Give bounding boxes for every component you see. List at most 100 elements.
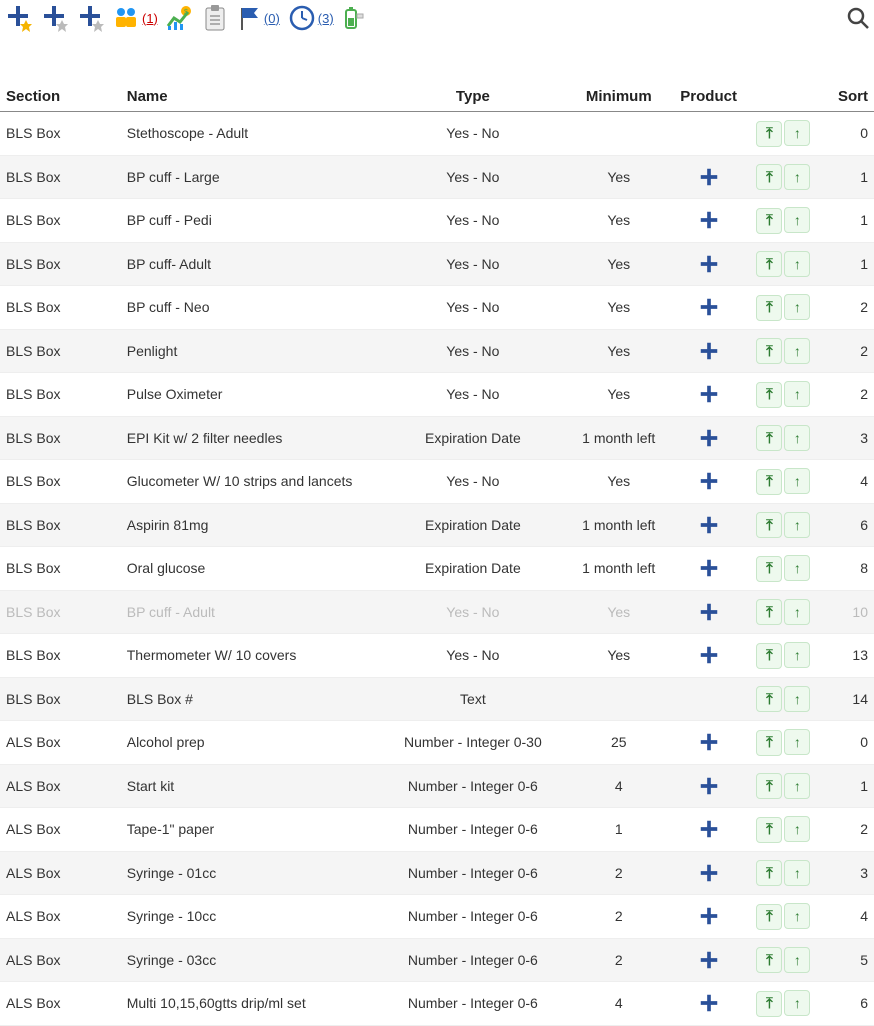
cell-product[interactable] (674, 503, 743, 547)
move-up-button[interactable] (784, 860, 810, 886)
header-sort[interactable]: Sort (824, 82, 874, 112)
cell-product[interactable] (674, 199, 743, 243)
move-up-button[interactable] (784, 773, 810, 799)
cell-name[interactable]: BLS Box # (121, 677, 383, 721)
move-up-button[interactable] (784, 903, 810, 929)
cell-product[interactable] (674, 938, 743, 982)
cell-product[interactable] (674, 155, 743, 199)
cell-product[interactable] (674, 329, 743, 373)
move-top-button[interactable] (756, 947, 782, 973)
move-top-button[interactable] (756, 295, 782, 321)
cell-name[interactable]: Stethoscope - Adult (121, 112, 383, 156)
battery-icon[interactable] (342, 4, 366, 32)
move-top-button[interactable] (756, 121, 782, 147)
flag-icon[interactable]: (0) (236, 4, 280, 32)
move-up-button[interactable] (784, 990, 810, 1016)
move-up-button[interactable] (784, 729, 810, 755)
move-top-button[interactable] (756, 512, 782, 538)
move-up-button[interactable] (784, 599, 810, 625)
cell-product[interactable] (674, 982, 743, 1026)
move-up-button[interactable] (784, 555, 810, 581)
move-top-button[interactable] (756, 643, 782, 669)
cell-name[interactable]: BP cuff - Pedi (121, 199, 383, 243)
plus-star-grey-icon[interactable] (40, 4, 68, 32)
cell-product[interactable] (674, 808, 743, 852)
cell-name[interactable]: Pulse Oximeter (121, 373, 383, 417)
cell-name[interactable]: BP cuff - Adult (121, 590, 383, 634)
flag-count[interactable]: (0) (264, 11, 280, 26)
move-top-button[interactable] (756, 251, 782, 277)
move-top-button[interactable] (756, 164, 782, 190)
move-up-button[interactable] (784, 381, 810, 407)
header-product[interactable]: Product (674, 82, 743, 112)
cell-name[interactable]: Multi 10,15,60gtts drip/ml set (121, 982, 383, 1026)
move-up-button[interactable] (784, 251, 810, 277)
move-up-button[interactable] (784, 425, 810, 451)
people-count[interactable]: (1) (142, 11, 158, 26)
header-section[interactable]: Section (0, 82, 121, 112)
cell-name[interactable]: Syringe - 03cc (121, 938, 383, 982)
cell-name[interactable]: BP cuff - Neo (121, 286, 383, 330)
move-up-button[interactable] (784, 468, 810, 494)
move-top-button[interactable] (756, 208, 782, 234)
cell-name[interactable]: Aspirin 81mg (121, 503, 383, 547)
cell-name[interactable]: Glucometer W/ 10 strips and lancets (121, 460, 383, 504)
cell-product[interactable] (674, 721, 743, 765)
cell-product[interactable] (674, 764, 743, 808)
cell-product[interactable] (674, 851, 743, 895)
move-top-button[interactable] (756, 382, 782, 408)
cell-product[interactable] (674, 416, 743, 460)
clock-count[interactable]: (3) (318, 11, 334, 26)
move-up-button[interactable] (784, 512, 810, 538)
cell-product[interactable] (674, 373, 743, 417)
cell-product[interactable] (674, 460, 743, 504)
cell-product[interactable] (674, 286, 743, 330)
header-type[interactable]: Type (382, 82, 563, 112)
move-top-button[interactable] (756, 425, 782, 451)
clock-icon[interactable]: (3) (288, 4, 334, 32)
move-top-button[interactable] (756, 904, 782, 930)
cell-name[interactable]: Syringe - 10cc (121, 895, 383, 939)
plus-star-grey2-icon[interactable] (76, 4, 104, 32)
move-up-button[interactable] (784, 338, 810, 364)
cell-name[interactable]: Syringe - 01cc (121, 851, 383, 895)
cell-product[interactable] (674, 895, 743, 939)
move-top-button[interactable] (756, 686, 782, 712)
move-top-button[interactable] (756, 338, 782, 364)
plus-star-filled-icon[interactable] (4, 4, 32, 32)
cell-name[interactable]: Tape-1" paper (121, 808, 383, 852)
move-up-button[interactable] (784, 947, 810, 973)
move-up-button[interactable] (784, 686, 810, 712)
cell-product[interactable] (674, 634, 743, 678)
cell-name[interactable]: Thermometer W/ 10 covers (121, 634, 383, 678)
move-up-button[interactable] (784, 207, 810, 233)
people-icon[interactable]: (1) (112, 4, 158, 32)
cell-product[interactable] (674, 590, 743, 634)
cell-name[interactable]: BP cuff - Large (121, 155, 383, 199)
cell-name[interactable]: Start kit (121, 764, 383, 808)
move-top-button[interactable] (756, 599, 782, 625)
cell-product[interactable] (674, 547, 743, 591)
move-top-button[interactable] (756, 991, 782, 1017)
cell-product[interactable] (674, 242, 743, 286)
move-top-button[interactable] (756, 469, 782, 495)
move-up-button[interactable] (784, 120, 810, 146)
cell-name[interactable]: Alcohol prep (121, 721, 383, 765)
move-top-button[interactable] (756, 860, 782, 886)
move-top-button[interactable] (756, 773, 782, 799)
header-name[interactable]: Name (121, 82, 383, 112)
move-up-button[interactable] (784, 164, 810, 190)
move-top-button[interactable] (756, 556, 782, 582)
chart-icon[interactable]: $ (166, 4, 194, 32)
cell-name[interactable]: BP cuff- Adult (121, 242, 383, 286)
move-up-button[interactable] (784, 642, 810, 668)
move-up-button[interactable] (784, 816, 810, 842)
move-top-button[interactable] (756, 730, 782, 756)
cell-name[interactable]: Oral glucose (121, 547, 383, 591)
header-minimum[interactable]: Minimum (563, 82, 674, 112)
move-up-button[interactable] (784, 294, 810, 320)
cell-name[interactable]: EPI Kit w/ 2 filter needles (121, 416, 383, 460)
cell-name[interactable]: Penlight (121, 329, 383, 373)
search-icon[interactable] (846, 4, 870, 32)
move-top-button[interactable] (756, 817, 782, 843)
